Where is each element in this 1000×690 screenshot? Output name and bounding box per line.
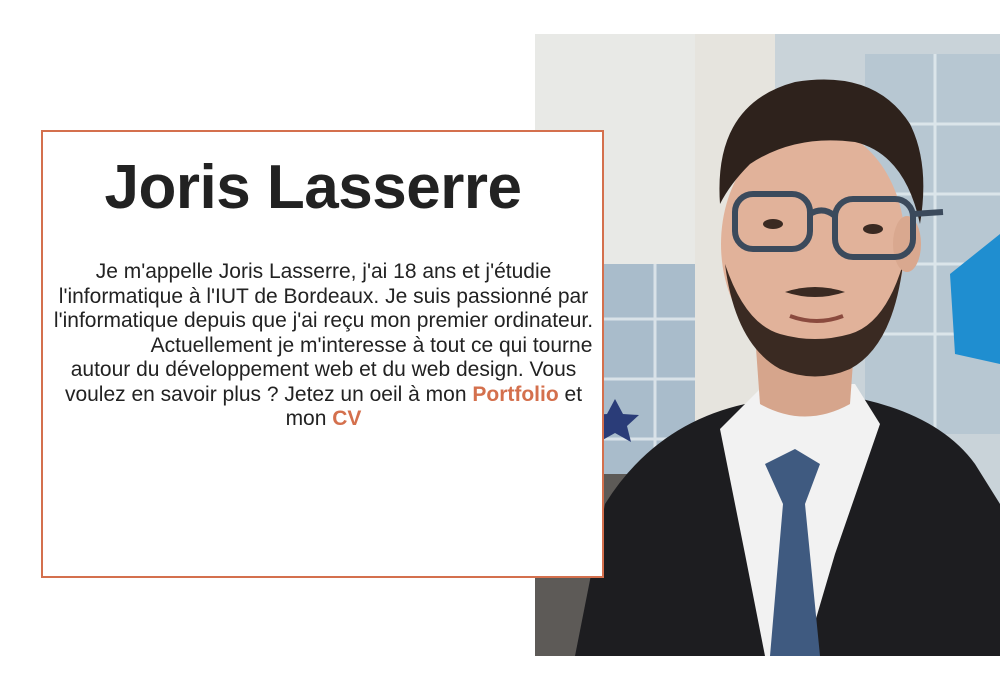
cv-link[interactable]: CV — [332, 407, 361, 430]
portfolio-link[interactable]: Portfolio — [472, 383, 558, 406]
intro-card: Joris Lasserre Je m'appelle Joris Lasser… — [41, 130, 604, 578]
bio-paragraph-2: Actuellement je m'interesse à tout ce qu… — [51, 334, 596, 432]
bio-paragraph-1: Je m'appelle Joris Lasserre, j'ai 18 ans… — [53, 260, 594, 332]
profile-name: Joris Lasserre — [104, 153, 522, 222]
bio-text: Je m'appelle Joris Lasserre, j'ai 18 ans… — [51, 260, 596, 432]
profile-photo — [535, 34, 1000, 656]
profile-photo-illustration — [535, 34, 1000, 656]
